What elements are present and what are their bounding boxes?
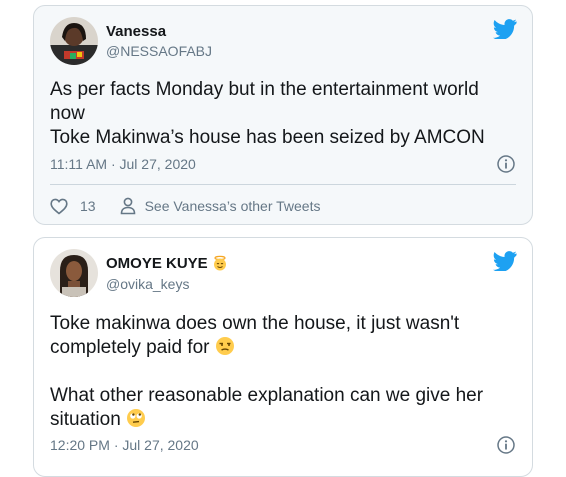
tweet-text-line: As per facts Monday but in the entertain… [50,79,479,100]
tweet-text-line: What other reasonable explanation can we… [50,385,484,406]
rolling-eyes-emoji-icon [127,409,146,427]
tweet-text-line: completely paid for [50,337,210,358]
angel-emoji-icon [213,255,226,271]
tweet-card-vanessa[interactable]: Vanessa @NESSAOFABJ As per facts Monday … [33,5,533,225]
tweet-text-line-with-emoji: situation [50,408,520,432]
avatar-image [50,17,98,65]
display-name-group[interactable]: OMOYE KUYE [106,255,228,272]
divider [50,184,516,185]
display-name[interactable]: Vanessa [106,23,166,40]
avatar[interactable] [50,17,98,65]
unamused-emoji-icon [215,337,234,355]
info-icon[interactable] [497,436,515,454]
tweet-text: Toke makinwa does own the house, it just… [50,312,520,432]
tweet-text-line-with-emoji: completely paid for [50,336,520,360]
heart-icon [50,198,68,215]
avatar[interactable] [50,249,98,297]
twitter-bird-icon[interactable] [493,19,517,39]
info-icon[interactable] [497,155,515,173]
tweet-text-line [50,360,520,384]
see-other-tweets-label: See Vanessa’s other Tweets [144,198,321,214]
tweet-timestamp[interactable]: 12:20 PM · Jul 27, 2020 [50,437,199,453]
see-other-tweets-link[interactable]: See Vanessa’s other Tweets [120,197,321,215]
display-name: OMOYE KUYE [106,255,208,272]
like-button[interactable]: 13 [50,198,96,215]
tweet-text-line: Toke Makinwa’s house has been seized by … [50,127,485,148]
avatar-image [50,249,98,297]
user-handle[interactable]: @ovika_keys [106,276,189,292]
tweet-text-line: Toke makinwa does own the house, it just… [50,313,460,334]
tweet-text-line: situation [50,409,121,430]
twitter-bird-icon[interactable] [493,251,517,271]
user-handle[interactable]: @NESSAOFABJ [106,43,212,59]
tweet-text: As per facts Monday but in the entertain… [50,78,520,150]
person-icon [120,197,135,215]
like-count: 13 [80,198,96,214]
tweet-card-omoye[interactable]: OMOYE KUYE @ovika_keys Toke makinwa does… [33,237,533,477]
tweet-actions: 13 See Vanessa’s other Tweets [50,196,320,216]
tweet-timestamp[interactable]: 11:11 AM · Jul 27, 2020 [50,156,196,172]
tweet-text-line: now [50,103,85,124]
